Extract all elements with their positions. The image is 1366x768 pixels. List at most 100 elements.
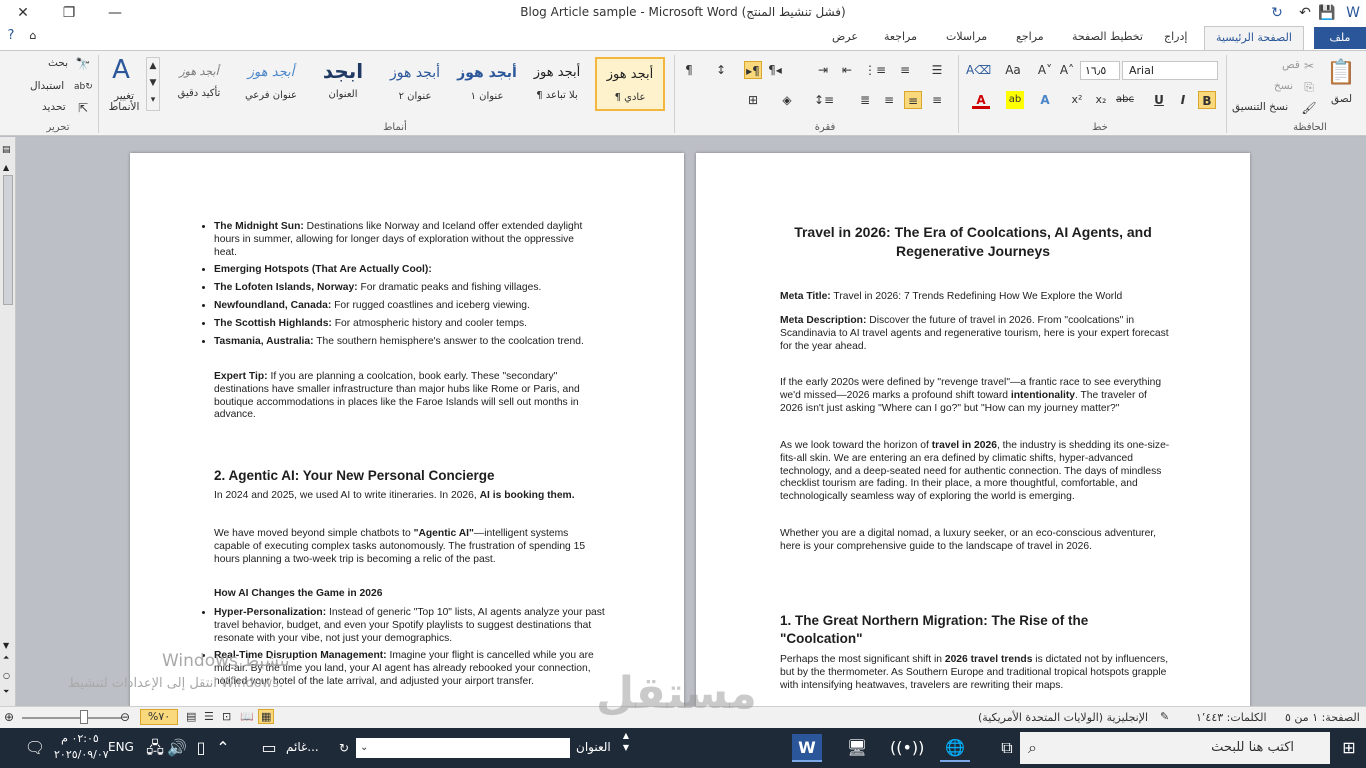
cut-button[interactable]: قص — [1282, 59, 1300, 71]
find-button[interactable]: بحث — [48, 57, 68, 69]
weather-text[interactable]: غائم... — [286, 740, 319, 754]
tab-review[interactable]: مراجعة — [884, 30, 917, 43]
address-bar-input[interactable]: ⌄ — [356, 738, 570, 758]
style-heading-1[interactable]: أبجد هوز عنوان ١ — [452, 57, 522, 111]
tab-insert[interactable]: إدراج — [1164, 30, 1187, 43]
vertical-scrollbar[interactable]: ▤ ▲ ▼ ⏶ ○ ⏷ — [0, 137, 16, 706]
increase-indent-icon[interactable]: ⇥ — [814, 61, 832, 79]
sort-icon[interactable]: ↕ — [712, 61, 730, 79]
align-left-icon[interactable]: ≡ — [880, 91, 898, 109]
clear-formatting-icon[interactable]: A⌫ — [966, 61, 991, 79]
tab-references[interactable]: مراجع — [1016, 30, 1044, 43]
tab-mailings[interactable]: مراسلات — [946, 30, 987, 43]
underline-button[interactable]: U — [1150, 91, 1168, 109]
decrease-indent-icon[interactable]: ⇤ — [838, 61, 856, 79]
tab-view[interactable]: عرض — [832, 30, 858, 43]
document-page-2[interactable]: The Midnight Sun: Destinations like Norw… — [130, 153, 684, 706]
tab-home[interactable]: الصفحة الرئيسية — [1204, 26, 1304, 51]
shading-icon[interactable]: ◈ — [778, 91, 796, 109]
style-subtitle[interactable]: أبجد هوز عنوان فرعي — [236, 57, 306, 111]
zoom-slider[interactable] — [22, 717, 122, 719]
find-icon[interactable]: 🔭 — [74, 55, 92, 73]
document-page-1[interactable]: Travel in 2026: The Era of Coolcations, … — [696, 153, 1250, 706]
notifications-icon[interactable]: 🗨 — [20, 734, 50, 762]
ribbon-collapse-icon[interactable]: ⌂ — [22, 26, 44, 46]
borders-icon[interactable]: ⊞ — [744, 91, 762, 109]
change-styles-icon[interactable]: A — [106, 55, 136, 85]
paste-icon[interactable]: 📋 — [1326, 57, 1356, 87]
page-count[interactable]: الصفحة: ١ من ٥ — [1285, 711, 1360, 724]
font-color-icon[interactable]: A — [972, 91, 990, 109]
scissors-icon[interactable]: ✂ — [1300, 57, 1318, 75]
zoom-in-icon[interactable]: ⊕ — [4, 710, 14, 724]
highlight-icon[interactable]: ab — [1006, 91, 1024, 109]
multilevel-list-icon[interactable]: ⋮≡ — [864, 61, 886, 79]
bold-button[interactable]: B — [1198, 91, 1216, 109]
change-styles-button[interactable]: تغيير الأنماط — [106, 91, 142, 113]
weather-icon[interactable]: ▭ — [254, 734, 284, 762]
styles-scroll-icon[interactable]: ▲ ▼ ▾ — [146, 57, 160, 111]
word-count[interactable]: الكلمات: ١٬٤٤٣ — [1196, 711, 1267, 724]
style-heading-2[interactable]: أبجد هوز عنوان ٢ — [380, 57, 450, 111]
draft-view-icon[interactable]: ▤ — [186, 710, 196, 723]
undo-icon[interactable]: ↶ — [1294, 0, 1316, 26]
tab-file[interactable]: ملف — [1314, 27, 1366, 49]
style-subtle-emphasis[interactable]: أبجد هوز تأكيد دقيق — [164, 57, 234, 111]
tab-layout[interactable]: تخطيط الصفحة — [1072, 30, 1143, 43]
align-right-icon[interactable]: ≡ — [928, 91, 946, 109]
italic-button[interactable]: I — [1174, 91, 1192, 109]
text-effects-icon[interactable]: A — [1036, 91, 1054, 109]
next-page-icon[interactable]: ⏷ — [3, 687, 9, 697]
paste-button[interactable]: لصق — [1331, 93, 1352, 105]
font-name-box[interactable]: Arial — [1122, 61, 1218, 80]
help-icon[interactable]: ? — [0, 26, 22, 46]
replace-icon[interactable]: ab↻ — [74, 78, 93, 96]
refresh-icon[interactable]: ↻ — [336, 738, 352, 758]
superscript-button[interactable]: x² — [1068, 91, 1086, 109]
restore-icon[interactable]: ❐ — [46, 0, 92, 26]
screen-icon[interactable]: 🖥 — [842, 734, 872, 762]
select-button[interactable]: تحديد — [42, 101, 66, 113]
zoom-out-icon[interactable]: ⊖ — [120, 710, 130, 724]
chevron-up-icon[interactable]: ⌃ — [208, 734, 238, 762]
change-case-icon[interactable]: Aa — [1004, 61, 1022, 79]
windows-start-icon[interactable]: ⊞ — [1334, 734, 1364, 762]
outline-view-icon[interactable]: ☰ — [204, 710, 214, 723]
replace-button[interactable]: استبدال — [30, 80, 64, 92]
zoom-slider-handle[interactable] — [80, 710, 88, 724]
bullets-icon[interactable]: ☰ — [928, 61, 946, 79]
reading-view-icon[interactable]: 📖 — [240, 710, 254, 723]
copy-button[interactable]: نسخ — [1274, 80, 1293, 92]
ruler-toggle-icon[interactable]: ▤ — [2, 145, 11, 155]
proofing-icon[interactable]: ✎ — [1160, 710, 1169, 723]
scrollbar-thumb[interactable] — [3, 175, 13, 305]
minimize-icon[interactable]: — — [92, 0, 138, 26]
browse-object-icon[interactable]: ○ — [3, 671, 10, 680]
show-marks-icon[interactable]: ¶ — [680, 61, 698, 79]
select-icon[interactable]: ⇱ — [74, 99, 92, 117]
copy-icon[interactable]: ⎘ — [1300, 78, 1318, 96]
scroll-up-icon[interactable]: ▲ — [3, 163, 9, 172]
scroll-down-icon[interactable]: ▼ — [3, 641, 9, 650]
style-title[interactable]: ابجد العنوان — [308, 57, 378, 111]
style-normal[interactable]: أبجد هوز ¶ عادي — [595, 57, 665, 111]
print-layout-icon[interactable]: ▦ — [258, 709, 275, 724]
subscript-button[interactable]: x₂ — [1092, 91, 1110, 109]
input-language[interactable]: ENG — [108, 740, 134, 754]
justify-icon[interactable]: ≣ — [856, 91, 874, 109]
browser-icon[interactable]: 🌐 — [940, 734, 970, 762]
grow-font-icon[interactable]: A˄ — [1058, 61, 1076, 79]
toolbar-scroll-icon[interactable]: ▲ ▼ — [620, 730, 632, 766]
clock-date[interactable]: ٢٠٢٥/٠٩/٠٧ — [54, 748, 109, 761]
style-no-spacing[interactable]: أبجد هوز ¶ بلا تباعد — [522, 57, 592, 111]
font-size-box[interactable]: ١٦٫٥ — [1080, 61, 1120, 80]
save-icon[interactable]: 💾 — [1316, 0, 1338, 26]
language-status[interactable]: الإنجليزية (الولايات المتحدة الأمريكية) — [978, 711, 1148, 724]
web-layout-icon[interactable]: ⊡ — [222, 710, 231, 723]
redo-icon[interactable]: ↻ — [1266, 0, 1288, 26]
line-spacing-icon[interactable]: ↕≡ — [814, 91, 834, 109]
strikethrough-button[interactable]: abc — [1116, 91, 1134, 109]
taskbar-search[interactable]: ⌕ اكتب هنا للبحث — [1020, 732, 1330, 764]
format-painter-icon[interactable]: 🖌 — [1300, 99, 1318, 117]
previous-page-icon[interactable]: ⏶ — [3, 653, 9, 663]
